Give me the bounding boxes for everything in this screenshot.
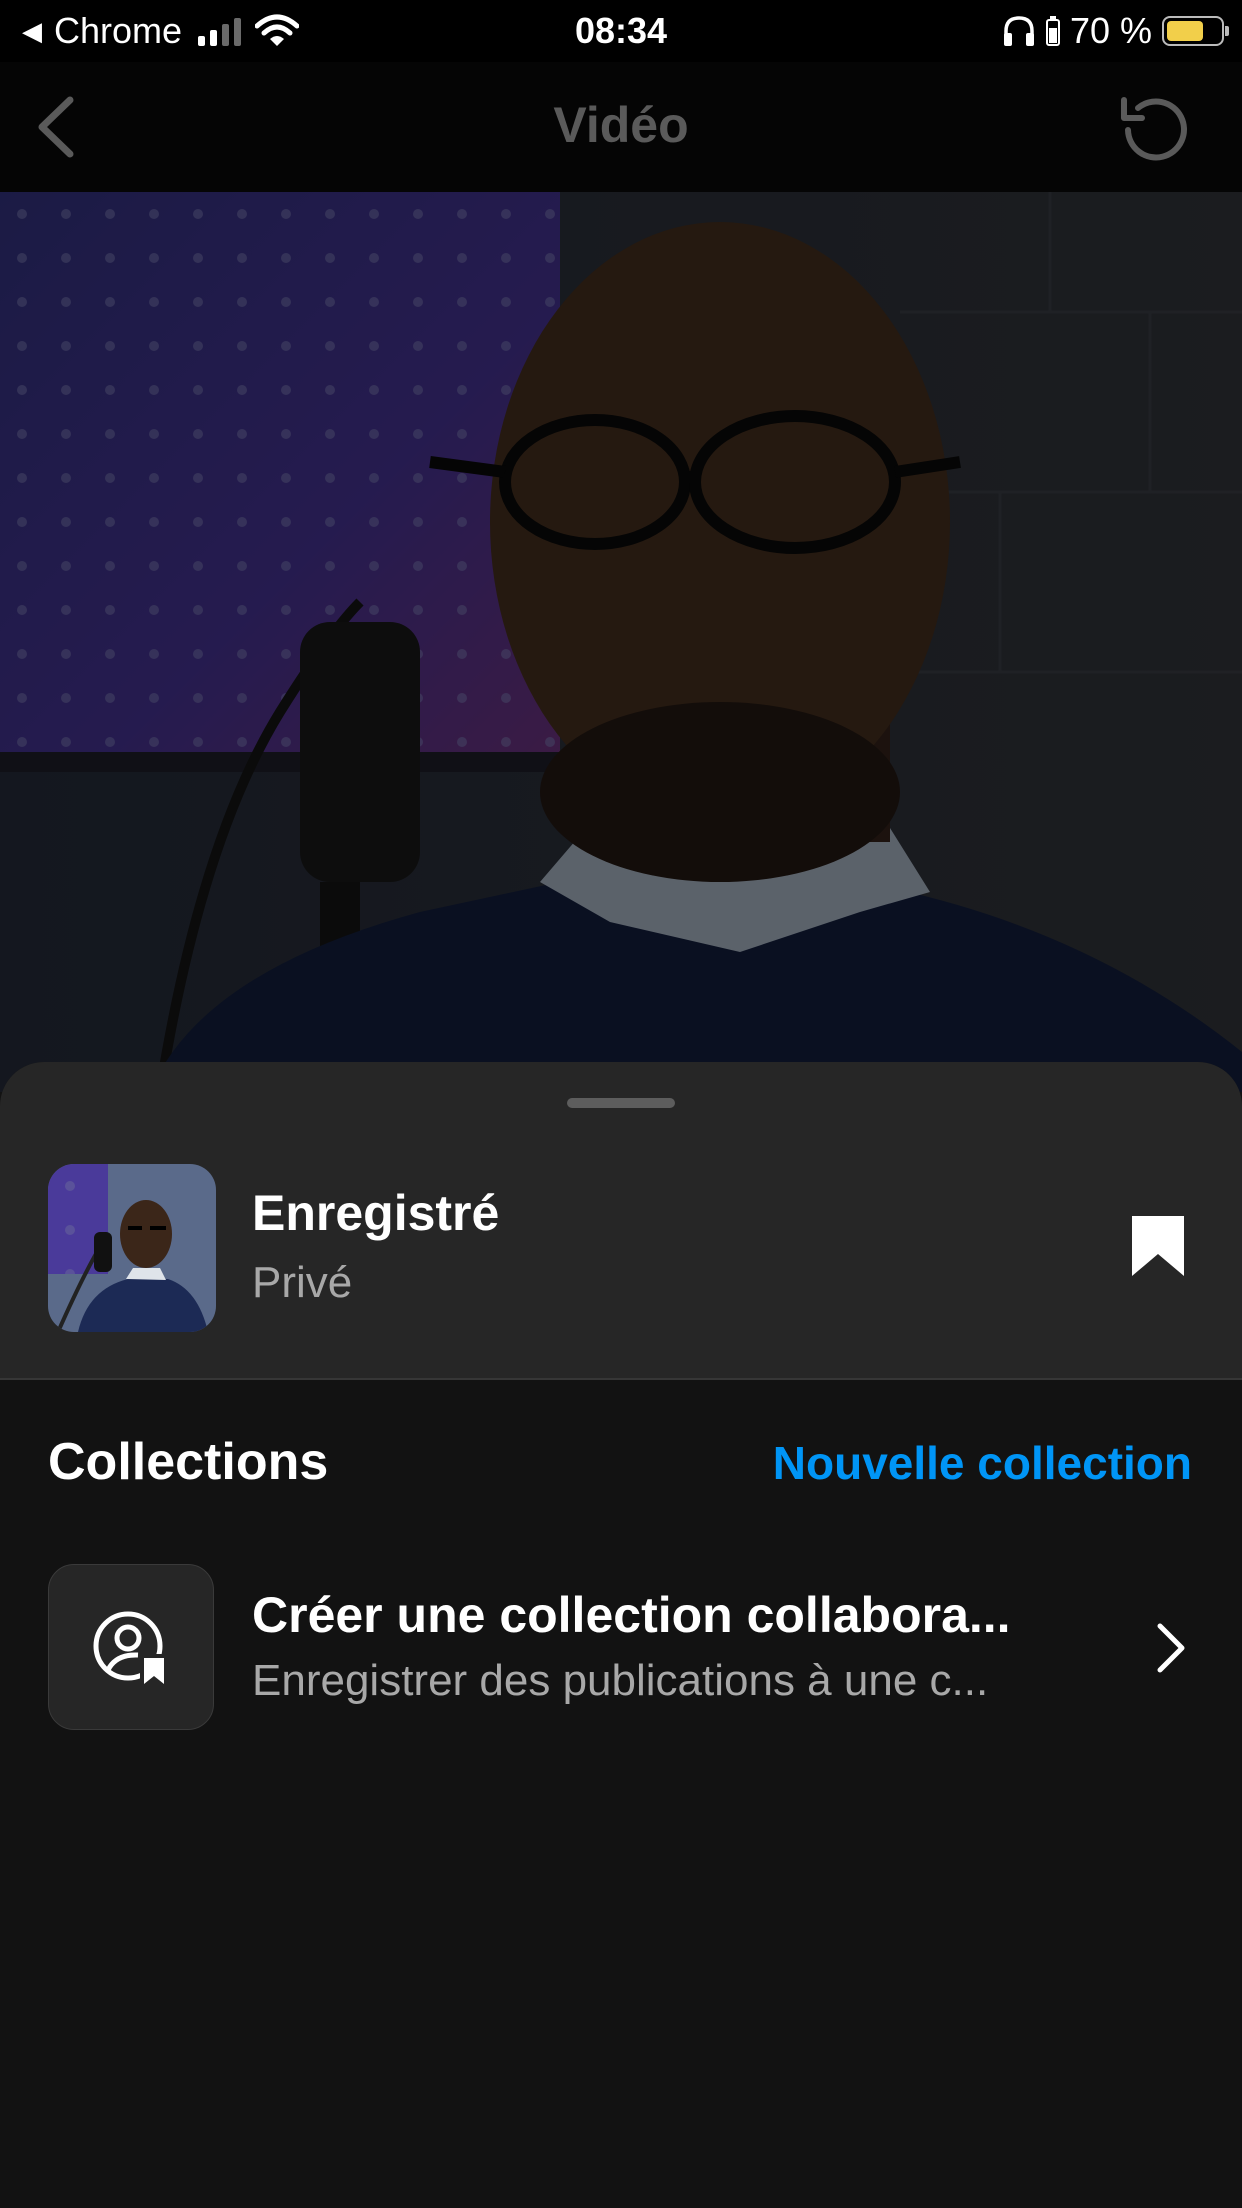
collab-row-title: Créer une collection collabora...: [252, 1587, 1011, 1643]
new-collection-button[interactable]: Nouvelle collection: [773, 1436, 1192, 1490]
collections-heading: Collections: [48, 1433, 329, 1491]
create-collab-collection-row[interactable]: Créer une collection collabora... Enregi…: [48, 1564, 1194, 1732]
navigation-bar: Vidéo: [0, 62, 1242, 192]
battery-percentage: 70 %: [1069, 10, 1152, 51]
chevron-right-icon[interactable]: [1150, 1618, 1190, 1678]
battery-level: [1167, 21, 1204, 41]
bookmark-filled-icon[interactable]: [1130, 1214, 1186, 1278]
headphone-battery-icon: [1045, 16, 1060, 46]
status-right: 70 %: [1002, 8, 1229, 54]
saved-header[interactable]: Enregistré Privé: [0, 1062, 1242, 1380]
refresh-icon[interactable]: [1114, 90, 1194, 170]
battery-icon: [1162, 16, 1229, 46]
person-bookmark-icon: [48, 1564, 214, 1730]
saved-privacy: Privé: [252, 1258, 353, 1307]
collab-row-subtitle: Enregistrer des publications à une c...: [252, 1656, 989, 1705]
video-preview[interactable]: [0, 192, 1242, 1092]
headphones-icon: [1003, 16, 1034, 46]
saved-title: Enregistré: [252, 1185, 500, 1241]
video-frame-image: [0, 192, 1242, 1092]
save-bottom-sheet: Enregistré Privé Collections Nouvelle co…: [0, 1062, 1242, 2208]
saved-thumbnail: [48, 1164, 216, 1332]
page-title: Vidéo: [553, 97, 689, 153]
sheet-drag-handle[interactable]: [567, 1098, 675, 1108]
status-bar: ◀ Chrome 08:34 70 %: [0, 0, 1242, 62]
